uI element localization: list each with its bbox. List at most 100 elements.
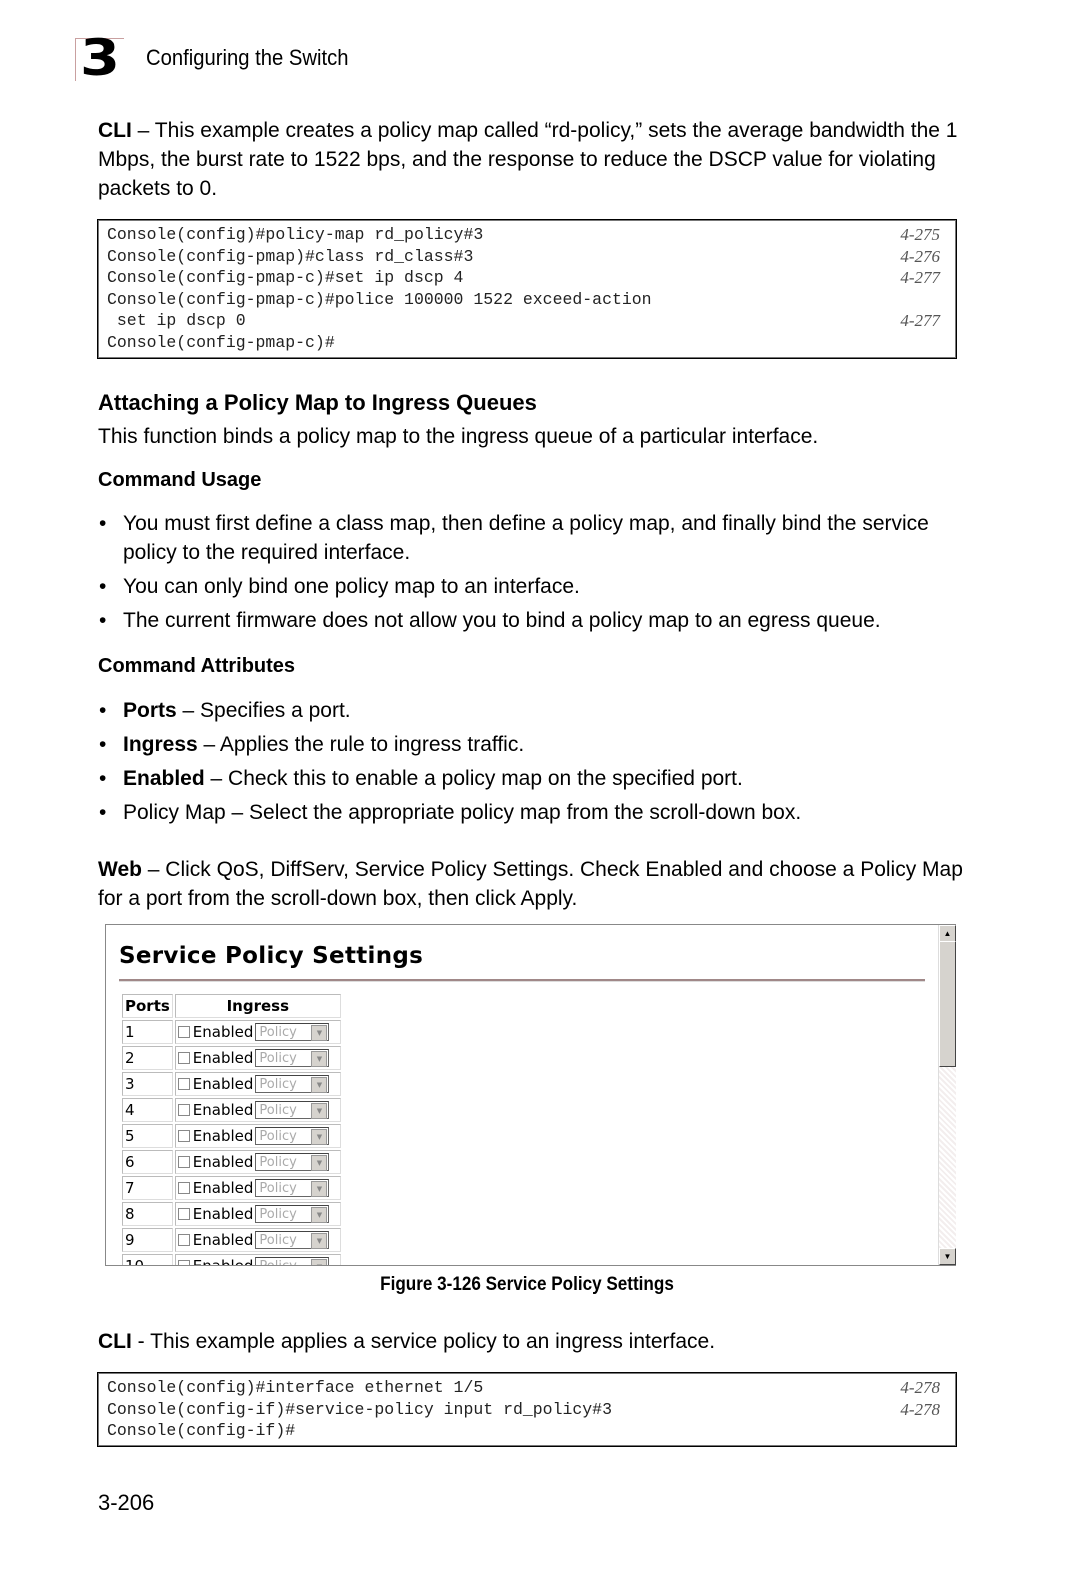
scroll-up-button[interactable]: ▲	[939, 925, 956, 942]
vertical-scrollbar[interactable]: ▲ ▼	[938, 925, 956, 1265]
code-page-reference: 4-277	[900, 311, 940, 331]
command-attributes-heading: Command Attributes	[98, 655, 296, 677]
enabled-label: Enabled	[192, 1100, 254, 1119]
policy-map-select[interactable]: Policy ▼	[255, 1127, 330, 1146]
enabled-checkbox[interactable]	[177, 1207, 190, 1220]
code-command: Console(config-if)#service-policy input …	[107, 1399, 612, 1419]
port-number: 1	[122, 1020, 173, 1044]
policy-map-select[interactable]: Policy ▼	[255, 1153, 330, 1172]
attribute-desc: – Applies the rule to ingress traffic.	[197, 733, 525, 756]
scrollbar-thumb[interactable]	[939, 941, 956, 1067]
arrow-up-icon: ▲	[943, 929, 952, 938]
ports-table: Ports Ingress 1 Enabled Policy ▼ 2 Enabled Pol…	[120, 992, 343, 1266]
policy-map-select[interactable]: Policy ▼	[255, 1049, 330, 1068]
dropdown-arrow-icon[interactable]: ▼	[311, 1129, 328, 1146]
enabled-checkbox[interactable]	[177, 1025, 190, 1038]
table-row: 4 Enabled Policy ▼	[122, 1098, 341, 1122]
outro-cli-paragraph: CLI - This example applies a service pol…	[98, 1327, 968, 1356]
enabled-label: Enabled	[192, 1126, 254, 1145]
attribute-desc: – Specifies a port.	[176, 699, 351, 722]
policy-map-select[interactable]: Policy ▼	[255, 1179, 330, 1198]
code-line: set ip dscp 0 4-277	[98, 310, 956, 332]
port-number: 10	[122, 1254, 173, 1265]
dropdown-arrow-icon[interactable]: ▼	[311, 1181, 328, 1198]
dropdown-arrow-icon[interactable]: ▼	[311, 1233, 328, 1250]
enabled-checkbox[interactable]	[177, 1051, 190, 1064]
dropdown-arrow-icon[interactable]: ▼	[311, 1207, 328, 1224]
dropdown-arrow-icon[interactable]: ▼	[311, 1077, 328, 1094]
policy-map-select[interactable]: Policy ▼	[255, 1075, 330, 1094]
code-command: Console(config-pmap-c)#	[107, 332, 335, 352]
enabled-checkbox[interactable]	[177, 1181, 190, 1194]
ingress-cell: Enabled Policy ▼	[174, 1046, 341, 1070]
port-number: 9	[122, 1228, 173, 1252]
usage-item: You can only bind one policy map to an i…	[98, 572, 978, 601]
outro-cli-label: CLI	[98, 1330, 132, 1353]
table-row: 1 Enabled Policy ▼	[122, 1020, 341, 1044]
dropdown-arrow-icon[interactable]: ▼	[311, 1051, 328, 1068]
dropdown-arrow-icon[interactable]: ▼	[311, 1103, 328, 1120]
enabled-label: Enabled	[192, 1152, 254, 1171]
code-line: Console(config)#policy-map rd_policy#3 4-…	[98, 224, 956, 246]
ingress-cell: Enabled Policy ▼	[174, 1254, 341, 1266]
enabled-checkbox[interactable]	[177, 1259, 190, 1265]
select-value: Policy	[259, 1129, 297, 1145]
usage-item: The current firmware does not allow you …	[98, 606, 978, 635]
select-value: Policy	[259, 1207, 297, 1223]
ingress-cell: Enabled Policy ▼	[174, 1020, 341, 1044]
code-page-reference: 4-278	[900, 1378, 940, 1397]
select-value: Policy	[259, 1181, 297, 1197]
select-value: Policy	[259, 1259, 296, 1265]
attribute-item-enabled: Enabled – Check this to enable a policy …	[98, 764, 978, 793]
port-number: 2	[122, 1046, 173, 1070]
table-row: 5 Enabled Policy ▼	[122, 1124, 341, 1148]
dropdown-arrow-icon[interactable]: ▼	[311, 1025, 328, 1042]
dropdown-arrow-icon[interactable]: ▼	[311, 1155, 328, 1172]
web-paragraph: Web – Click QoS, DiffServ, Service Polic…	[98, 855, 968, 913]
enabled-checkbox[interactable]	[177, 1103, 190, 1116]
code-command: Console(config-pmap-c)#set ip dscp 4	[107, 268, 464, 288]
enabled-label: Enabled	[192, 1204, 254, 1223]
code-page-reference: 4-275	[900, 225, 940, 244]
attribute-term: Enabled	[123, 767, 205, 790]
code-command: set ip dscp 0	[107, 311, 246, 331]
code-command: Console(config-if)#	[107, 1421, 296, 1441]
policy-map-select[interactable]: Policy ▼	[255, 1101, 330, 1120]
column-header-ports: Ports	[122, 994, 173, 1018]
chapter-title: Configuring the Switch	[146, 45, 349, 70]
arrow-down-icon: ▼	[943, 1252, 952, 1261]
usage-item: You must first define a class map, then …	[98, 509, 978, 567]
enabled-checkbox[interactable]	[177, 1155, 190, 1168]
port-number: 3	[122, 1072, 173, 1096]
code-command: Console(config)#policy-map rd_policy#3	[107, 225, 484, 244]
scroll-down-button[interactable]: ▼	[939, 1248, 956, 1265]
policy-map-select[interactable]: Policy ▼	[255, 1023, 330, 1042]
policy-map-select[interactable]: Policy ▼	[255, 1257, 330, 1265]
ingress-cell: Enabled Policy ▼	[174, 1202, 341, 1226]
ingress-cell: Enabled Policy ▼	[174, 1228, 341, 1252]
code-block-service-policy: Console(config)#interface ethernet 1/5 4-…	[97, 1372, 957, 1447]
section-description: This function binds a policy map to the …	[98, 425, 819, 448]
ingress-cell: Enabled Policy ▼	[174, 1124, 341, 1148]
command-usage-list: You must first define a class map, then …	[98, 509, 978, 640]
code-command: Console(config-pmap)#class rd_class#3	[107, 246, 474, 266]
table-row: 7 Enabled Policy ▼	[122, 1176, 341, 1200]
policy-map-select[interactable]: Policy ▼	[255, 1205, 330, 1224]
enabled-checkbox[interactable]	[177, 1233, 190, 1246]
select-value: Policy	[259, 1233, 297, 1249]
enabled-label: Enabled	[192, 1256, 254, 1266]
intro-cli-paragraph: CLI – This example creates a policy map …	[98, 116, 968, 203]
dropdown-arrow-icon[interactable]: ▼	[311, 1259, 328, 1265]
intro-cli-label: CLI	[98, 119, 132, 142]
port-number: 5	[122, 1124, 173, 1148]
policy-map-select[interactable]: Policy ▼	[255, 1231, 330, 1250]
command-attributes-list: Ports – Specifies a port. Ingress – Appl…	[98, 696, 978, 832]
enabled-label: Enabled	[192, 1178, 254, 1197]
code-line: Console(config-pmap-c)#set ip dscp 4 4-27…	[98, 267, 956, 289]
code-line: Console(config)#interface ethernet 1/5 4-…	[98, 1377, 956, 1399]
enabled-label: Enabled	[192, 1048, 254, 1067]
enabled-checkbox[interactable]	[177, 1129, 190, 1142]
outro-cli-text: - This example applies a service policy …	[131, 1330, 716, 1353]
enabled-checkbox[interactable]	[177, 1077, 190, 1090]
select-value: Policy	[259, 1025, 297, 1041]
